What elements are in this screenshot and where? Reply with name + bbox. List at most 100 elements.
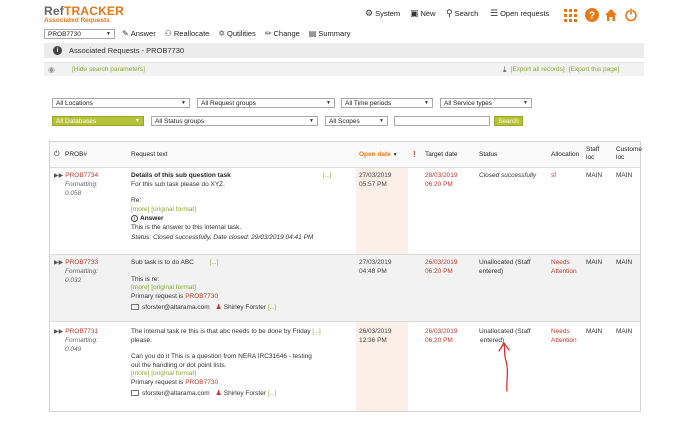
request-title: Sub task is to do ABC bbox=[131, 259, 194, 266]
svg-text:?: ? bbox=[589, 11, 595, 22]
user-ellipsis[interactable]: [...] bbox=[268, 391, 276, 397]
allocation-line2: Attention bbox=[551, 267, 577, 275]
formatting-value: 0.049 bbox=[65, 345, 82, 353]
allocation-line1: Needs bbox=[551, 328, 570, 335]
user-name[interactable]: Shirley Forster bbox=[224, 304, 266, 311]
answer-button[interactable]: ✎ Answer bbox=[122, 29, 156, 38]
table-row[interactable]: ▶▶ PROB7733 Formatting: 0.032 Sub task is … bbox=[50, 255, 640, 322]
user-name[interactable]: Shirley Forster bbox=[224, 390, 266, 397]
nav-open-requests[interactable]: ☰ Open requests bbox=[490, 8, 549, 19]
eye-icon[interactable]: ◉ bbox=[48, 65, 55, 74]
row-prob-link[interactable]: ▶▶ PROB7731 bbox=[54, 328, 98, 337]
summary-button[interactable]: ▤ Summary bbox=[309, 29, 351, 38]
scopes-select[interactable]: All Scopes ▼ bbox=[325, 116, 388, 126]
allocation-line2: Attention bbox=[551, 336, 577, 344]
databases-select[interactable]: All Databases ▼ bbox=[52, 116, 144, 126]
request-groups-select[interactable]: All Request groups ▼ bbox=[197, 98, 335, 108]
header-open-date[interactable]: Open date ▼ bbox=[359, 151, 398, 158]
header-staff-loc[interactable]: Staff loc bbox=[586, 146, 599, 162]
nav-search[interactable]: ⚲ Search bbox=[446, 8, 478, 19]
qutilities-button[interactable]: ✡ Qutilities bbox=[218, 29, 255, 38]
search-text-input[interactable] bbox=[394, 116, 490, 126]
locations-value: All Locations bbox=[56, 99, 93, 107]
allocation[interactable]: sf bbox=[551, 172, 556, 181]
status-groups-select[interactable]: All Status groups ▼ bbox=[151, 116, 318, 126]
request-text: Details of this sub question task For th… bbox=[131, 172, 351, 243]
hide-search-parameters-link[interactable]: [Hide search parameters] bbox=[72, 66, 145, 73]
primary-request-link[interactable]: PROB7730 bbox=[185, 379, 218, 386]
open-date: 27/03/2019 04:48 PM bbox=[359, 259, 392, 276]
header-status[interactable]: Status bbox=[479, 151, 497, 158]
target-date-value: 26/03/2019 bbox=[425, 259, 458, 266]
home-icon[interactable] bbox=[604, 8, 618, 22]
gear-icon: ⚙ bbox=[365, 8, 374, 18]
chevron-down-icon: ▼ bbox=[424, 100, 429, 106]
target-date: 28/03/2019 06:20 PM bbox=[425, 172, 458, 189]
nav-new-label: New bbox=[420, 9, 436, 18]
service-types-select[interactable]: All Service types ▼ bbox=[440, 98, 532, 108]
section-title-bar: i Associated Requests - PROB7730 bbox=[44, 43, 644, 58]
chevron-down-icon: ▼ bbox=[523, 100, 528, 106]
status-line1: Unallocated (Staff bbox=[479, 328, 531, 335]
more-link[interactable]: [more] bbox=[131, 370, 149, 377]
nav-system[interactable]: ⚙ System bbox=[365, 8, 400, 19]
customer-loc: MAIN bbox=[616, 328, 633, 335]
status: Closed successfully bbox=[479, 172, 537, 179]
more-link[interactable]: [more] bbox=[131, 206, 149, 213]
change-label: Change bbox=[273, 29, 300, 38]
open-date-value: 26/03/2019 bbox=[359, 328, 392, 335]
download-icon[interactable]: ⤓ bbox=[503, 65, 507, 75]
table-row[interactable]: ▶▶ PROB7731 Formatting: 0.049 The internal… bbox=[50, 322, 640, 411]
change-button[interactable]: ✏ Change bbox=[265, 29, 300, 38]
power-icon[interactable] bbox=[624, 8, 638, 22]
expand-ellipsis[interactable]: [...] bbox=[323, 172, 331, 181]
header-allocation[interactable]: Allocation bbox=[551, 151, 579, 158]
tools-icon: ✡ bbox=[218, 29, 226, 38]
scopes-value: All Scopes bbox=[329, 117, 360, 125]
page-subtitle: Associated Requests bbox=[44, 17, 110, 24]
answer-icon: ✎ bbox=[122, 29, 129, 38]
row-prob-link[interactable]: ▶▶ PROB7733 bbox=[54, 259, 98, 268]
list-icon: ☰ bbox=[490, 8, 499, 18]
help-icon[interactable]: ? bbox=[585, 8, 599, 22]
header-request-text[interactable]: Request text bbox=[131, 151, 168, 158]
answer-label: Answer bbox=[140, 215, 164, 222]
primary-request-link[interactable]: PROB7730 bbox=[185, 293, 218, 300]
target-date: 26/03/2019 06:20 PM bbox=[425, 259, 458, 276]
expand-ellipsis[interactable]: [...] bbox=[210, 260, 218, 266]
header-target-date[interactable]: Target date bbox=[425, 151, 458, 158]
original-format-link[interactable]: [original format] bbox=[151, 370, 196, 377]
nav-new[interactable]: ▣ New bbox=[410, 8, 436, 19]
info-icon: i bbox=[53, 46, 62, 55]
reallocate-button[interactable]: ⚇ Reallocate bbox=[165, 29, 210, 38]
header-customer-loc-line1: Custome bbox=[616, 146, 643, 153]
open-time-value: 12:36 PM bbox=[359, 336, 387, 344]
email-address[interactable]: sforster@altarama.com bbox=[142, 390, 210, 397]
target-time-value: 06:20 PM bbox=[425, 267, 453, 275]
formatting-value: 0.032 bbox=[65, 276, 82, 284]
expand-ellipsis[interactable]: [...] bbox=[312, 329, 320, 335]
allocation[interactable]: Needs Attention bbox=[551, 328, 577, 345]
allocation[interactable]: Needs Attention bbox=[551, 259, 577, 276]
export-all-link[interactable]: [Export all records] bbox=[511, 66, 565, 73]
email-address[interactable]: sforster@altarama.com bbox=[142, 304, 210, 311]
row-prob-link[interactable]: ▶▶ PROB7734 bbox=[54, 172, 98, 181]
apps-grid-icon[interactable] bbox=[564, 9, 578, 23]
user-ellipsis[interactable]: [...] bbox=[268, 305, 276, 311]
export-page-link[interactable]: [Export this page] bbox=[569, 66, 620, 73]
allocation-line1: Needs bbox=[551, 259, 570, 266]
header-customer-loc[interactable]: Custome loc bbox=[616, 146, 642, 162]
header-prob[interactable]: PROB# bbox=[65, 151, 87, 158]
more-link[interactable]: [more] bbox=[131, 284, 149, 291]
header-priority[interactable]: ! bbox=[413, 150, 416, 159]
target-time-value: 06:20 PM bbox=[425, 180, 453, 188]
prob-select[interactable]: PROB7730 ▼ bbox=[44, 29, 115, 39]
original-format-link[interactable]: [original format] bbox=[151, 284, 196, 291]
search-button[interactable]: Search bbox=[494, 116, 523, 126]
table-row[interactable]: ▶▶ PROB7734 Formatting: 0.058 Details of t… bbox=[50, 168, 640, 255]
locations-select[interactable]: All Locations ▼ bbox=[52, 98, 190, 108]
formatting-value: 0.058 bbox=[65, 189, 82, 197]
original-format-link[interactable]: [original format] bbox=[151, 206, 196, 213]
section-title: Associated Requests - PROB7730 bbox=[69, 46, 185, 55]
time-periods-select[interactable]: All Time periods ▼ bbox=[341, 98, 433, 108]
